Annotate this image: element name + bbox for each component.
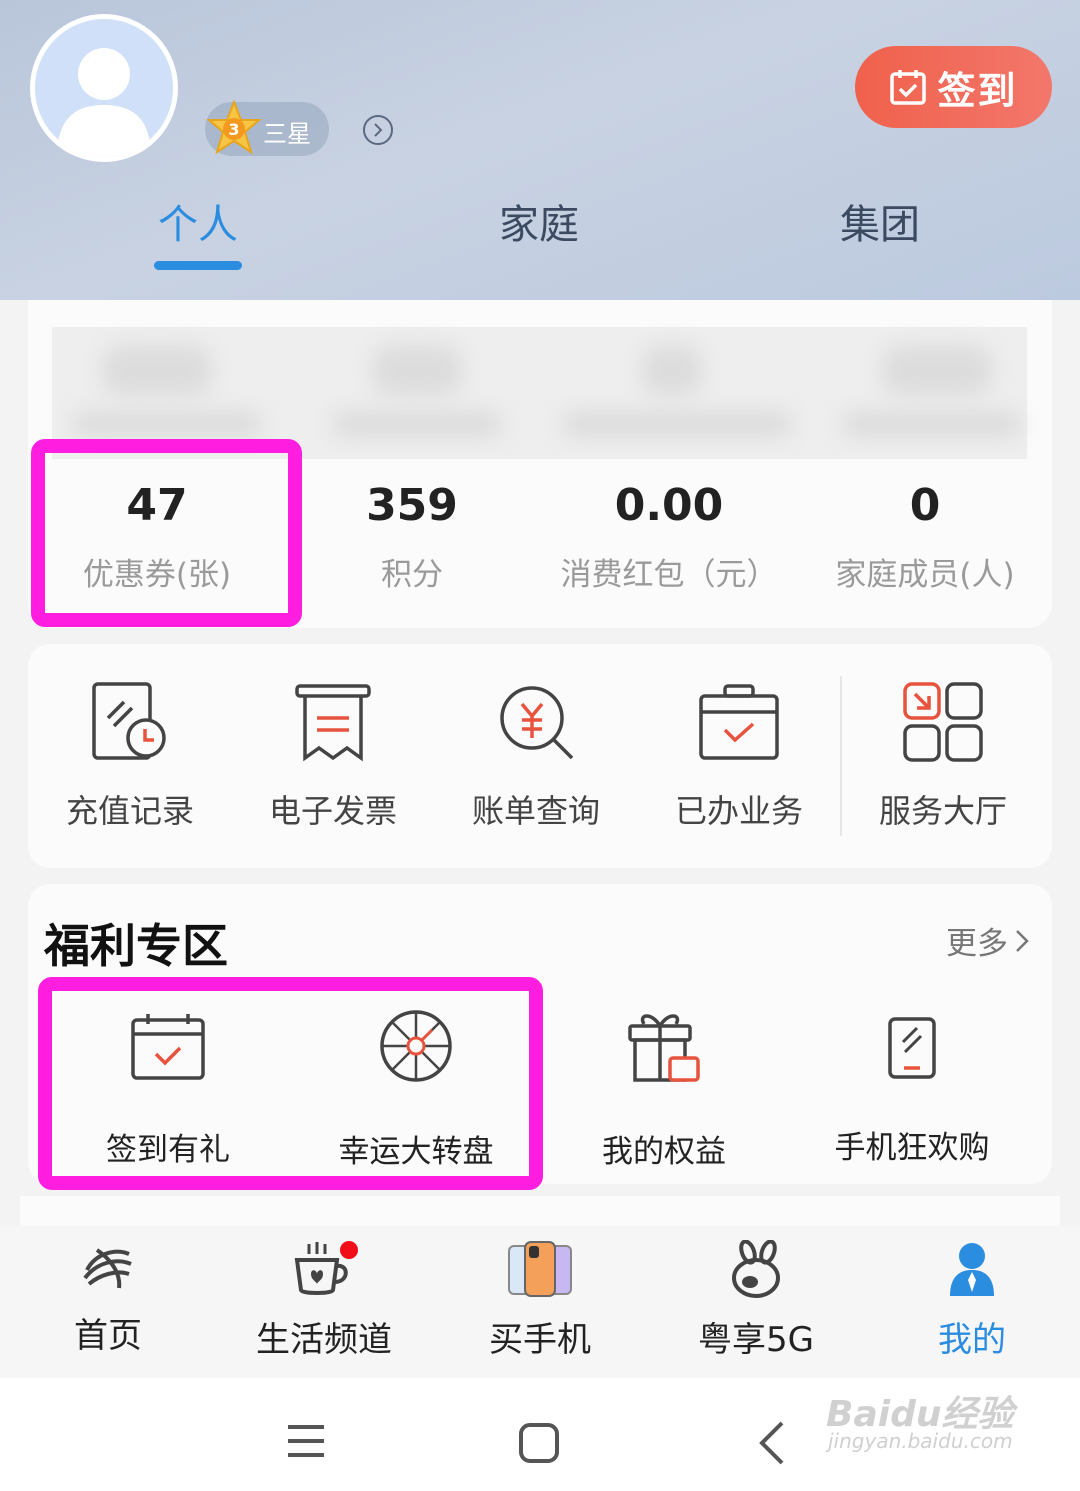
signin-label: 签到 — [937, 68, 1018, 113]
stat-family-members[interactable]: 0 家庭成员(人) — [795, 480, 1055, 594]
nav-life-channel[interactable]: 生活频道 — [224, 1240, 424, 1361]
welfare-more-link[interactable]: 更多 — [946, 918, 1030, 963]
briefcase-check-icon — [699, 684, 779, 760]
tab-family[interactable]: 家庭 — [499, 192, 579, 250]
signin-button[interactable]: 签到 — [855, 46, 1052, 128]
nav-label: 我的 — [938, 1320, 1006, 1360]
service-label: 已办业务 — [674, 792, 803, 830]
highlight-box-coupons — [31, 439, 302, 627]
service-e-invoice[interactable]: 电子发票 — [243, 680, 423, 832]
nav-label: 生活频道 — [256, 1320, 392, 1360]
service-label: 服务大厅 — [878, 792, 1007, 830]
avatar[interactable] — [30, 14, 178, 162]
nav-label: 买手机 — [489, 1320, 591, 1360]
service-label: 充值记录 — [65, 792, 194, 830]
level-badge[interactable]: 3 三星 — [205, 100, 329, 156]
nav-mine[interactable]: 我的 — [872, 1240, 1072, 1361]
invoice-icon — [295, 684, 371, 762]
back-arrow-icon[interactable] — [758, 1420, 786, 1466]
service-completed-business[interactable]: 已办业务 — [649, 680, 829, 832]
stat-label: 消费红包（元） — [560, 557, 778, 593]
gift-icon — [628, 1014, 700, 1082]
service-recharge-history[interactable]: 充值记录 — [40, 680, 220, 832]
home-square-icon[interactable] — [518, 1422, 560, 1464]
stat-label: 积分 — [381, 557, 443, 593]
nav-label: 粤享5G — [698, 1320, 814, 1360]
services-divider — [840, 676, 842, 836]
watermark-url: jingyan.baidu.com — [828, 1429, 1013, 1453]
coffee-cup-icon — [294, 1241, 358, 1295]
welfare-label: 手机狂欢购 — [834, 1130, 990, 1166]
stat-red-packet[interactable]: 0.00 消费红包（元） — [539, 480, 799, 594]
notification-dot — [340, 1241, 358, 1259]
welfare-my-rights[interactable]: 我的权益 — [539, 1012, 789, 1171]
star-level-icon: 3 — [207, 100, 261, 155]
welfare-label: 我的权益 — [602, 1134, 726, 1170]
baidu-jingyan-watermark: Baidu经验 jingyan.baidu.com — [826, 1385, 1013, 1453]
tab-personal[interactable]: 个人 — [158, 192, 238, 250]
user-person-icon — [950, 1243, 994, 1296]
chevron-right-icon — [1016, 929, 1029, 952]
default-avatar-icon — [57, 48, 151, 157]
welfare-phone-carnival[interactable]: 手机狂欢购 — [787, 1012, 1037, 1167]
smartphone-product-icon — [508, 1241, 572, 1297]
service-label: 账单查询 — [471, 792, 600, 830]
highlight-box-welfare — [38, 977, 543, 1190]
stat-label: 家庭成员(人) — [835, 557, 1015, 593]
stat-value: 0.00 — [614, 480, 724, 531]
rabbit-mascot-icon — [732, 1240, 780, 1298]
next-card-edge — [20, 1196, 1060, 1226]
svg-text:3: 3 — [228, 120, 239, 139]
service-hall-grid-icon — [903, 682, 983, 762]
service-bill-query[interactable]: 账单查询 — [446, 680, 626, 832]
service-hall[interactable]: 服务大厅 — [853, 680, 1033, 832]
calendar-check-icon — [890, 70, 927, 105]
menu-icon[interactable] — [286, 1423, 326, 1459]
more-label: 更多 — [946, 926, 1008, 962]
stat-points[interactable]: 359 积分 — [282, 480, 542, 594]
stat-value: 359 — [366, 480, 458, 531]
welfare-section-title: 福利专区 — [44, 919, 228, 973]
level-label: 三星 — [263, 120, 311, 148]
china-mobile-logo-icon — [83, 1248, 132, 1289]
recharge-record-icon — [92, 682, 166, 760]
nav-label: 首页 — [74, 1316, 142, 1356]
tab-group[interactable]: 集团 — [840, 192, 920, 250]
nav-buy-phone[interactable]: 买手机 — [440, 1240, 640, 1361]
profile-detail-button[interactable] — [363, 115, 393, 145]
chevron-right-icon — [374, 123, 383, 137]
service-label: 电子发票 — [268, 792, 397, 830]
nav-5g[interactable]: 粤享5G — [656, 1240, 856, 1361]
bill-search-icon — [500, 686, 574, 760]
stat-value: 0 — [909, 480, 941, 531]
phone-icon — [888, 1017, 936, 1079]
active-tab-indicator — [154, 261, 242, 270]
nav-home[interactable]: 首页 — [8, 1240, 208, 1357]
